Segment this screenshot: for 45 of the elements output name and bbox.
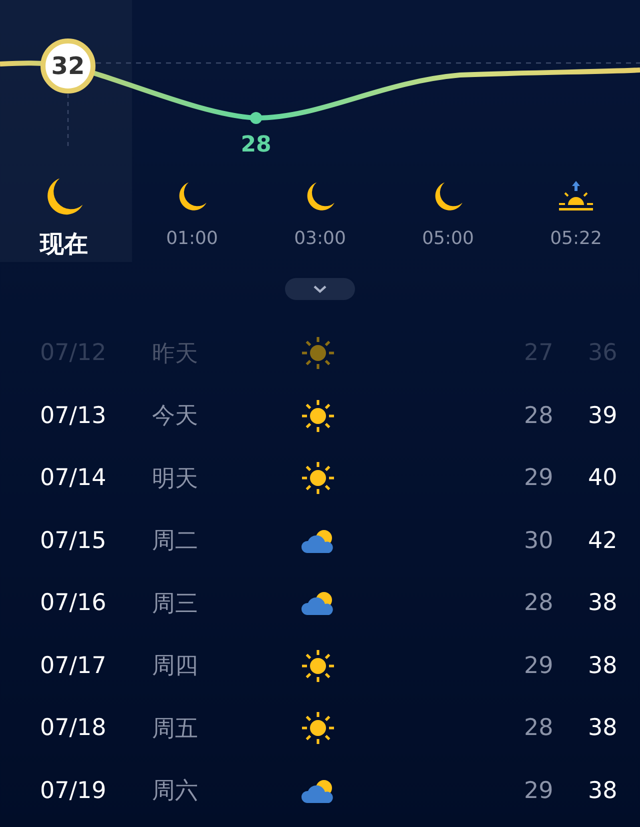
low-temperature: 29 xyxy=(524,778,554,804)
current-temperature: 32 xyxy=(51,52,85,80)
chevron-down-icon xyxy=(313,285,327,293)
high-temperature: 40 xyxy=(588,465,618,492)
expand-button[interactable] xyxy=(285,278,355,300)
high-temperature: 38 xyxy=(588,778,618,804)
date-text: 07/16 xyxy=(40,590,108,616)
high-temperature: 39 xyxy=(588,402,618,429)
low-temperature: 30 xyxy=(524,528,554,554)
high-temperature: 38 xyxy=(588,715,618,742)
low-temperature: 28 xyxy=(524,590,554,616)
sunrise-icon xyxy=(557,179,595,213)
date-text: 07/15 xyxy=(40,528,108,554)
sun-behind-cloud-icon xyxy=(301,589,335,618)
date-text: 07/14 xyxy=(40,465,108,492)
day-text: 今天 xyxy=(152,402,199,432)
hour-label: 05:00 xyxy=(422,228,474,249)
sun-icon xyxy=(300,648,336,684)
date-text: 07/18 xyxy=(40,715,108,742)
low-temperature: 29 xyxy=(524,652,554,679)
sun-icon xyxy=(300,710,336,746)
day-text: 明天 xyxy=(152,464,199,494)
high-temperature: 42 xyxy=(588,528,618,554)
day-text: 周六 xyxy=(152,777,199,806)
low-temperature: 29 xyxy=(524,465,554,492)
date-text: 07/13 xyxy=(40,402,108,429)
low-temperature-label: 28 xyxy=(240,132,272,158)
date-text: 07/19 xyxy=(40,778,108,804)
day-text: 周三 xyxy=(152,590,199,619)
day-text: 周五 xyxy=(152,714,199,744)
hour-label: 03:00 xyxy=(294,228,346,249)
day-text: 周四 xyxy=(152,652,199,682)
low-temperature: 28 xyxy=(524,715,554,742)
date-text: 07/17 xyxy=(40,652,108,679)
low-temperature: 28 xyxy=(524,402,554,429)
sun-icon xyxy=(300,335,336,372)
day-text: 昨天 xyxy=(152,340,199,369)
high-temperature: 38 xyxy=(588,652,618,679)
hour-label: 现在 xyxy=(40,229,88,260)
day-text: 周二 xyxy=(152,527,199,556)
hour-label: 01:00 xyxy=(166,228,218,249)
sun-icon xyxy=(300,398,336,434)
sun-icon xyxy=(300,460,336,496)
hour-label: 05:22 xyxy=(550,228,602,249)
high-temperature: 38 xyxy=(588,590,618,616)
